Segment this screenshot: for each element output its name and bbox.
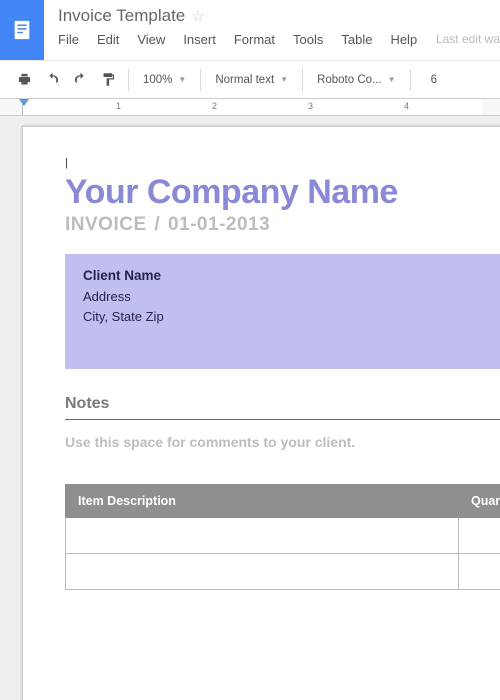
separator <box>128 69 129 91</box>
horizontal-rule <box>65 419 500 420</box>
ruler-mark: 4 <box>404 101 409 111</box>
ruler-mark: 1 <box>116 101 121 111</box>
col-item-description: Item Description <box>66 485 459 518</box>
text-cursor: | <box>65 157 500 169</box>
last-edit-label: Last edit wa <box>436 32 500 47</box>
client-info-box[interactable]: Client Name Address City, State Zip <box>65 254 500 369</box>
docs-logo-icon <box>11 19 33 41</box>
chevron-down-icon: ▼ <box>388 75 396 84</box>
menu-bar: File Edit View Insert Format Tools Table… <box>58 32 500 47</box>
client-address: Address <box>83 289 500 304</box>
separator <box>200 69 201 91</box>
app-header: Invoice Template ☆ File Edit View Insert… <box>0 0 500 60</box>
client-name: Client Name <box>83 268 500 283</box>
notes-placeholder[interactable]: Use this space for comments to your clie… <box>65 434 500 450</box>
document-canvas[interactable]: | Your Company Name INVOICE / 01-01-2013… <box>0 116 500 700</box>
print-button[interactable] <box>10 67 38 93</box>
menu-table[interactable]: Table <box>341 32 372 47</box>
docs-logo[interactable] <box>0 0 44 60</box>
menu-tools[interactable]: Tools <box>293 32 323 47</box>
invoice-subheading[interactable]: INVOICE / 01-01-2013 <box>65 214 500 236</box>
chevron-down-icon: ▼ <box>280 75 288 84</box>
ruler-mark: 2 <box>212 101 217 111</box>
undo-icon <box>45 72 60 87</box>
horizontal-ruler[interactable]: 1 2 3 4 <box>0 99 500 116</box>
chevron-down-icon: ▼ <box>178 75 186 84</box>
separator <box>302 69 303 91</box>
invoice-label: INVOICE <box>65 214 147 235</box>
doc-title[interactable]: Invoice Template <box>58 6 185 26</box>
menu-format[interactable]: Format <box>234 32 275 47</box>
col-quantity: Quantit <box>459 485 500 518</box>
undo-button[interactable] <box>38 67 66 93</box>
menu-edit[interactable]: Edit <box>97 32 119 47</box>
zoom-combo[interactable]: 100% ▼ <box>135 74 194 86</box>
company-name-heading[interactable]: Your Company Name <box>65 173 500 212</box>
separator-slash: / <box>154 214 160 235</box>
redo-button[interactable] <box>66 67 94 93</box>
page[interactable]: | Your Company Name INVOICE / 01-01-2013… <box>22 126 500 700</box>
indent-marker-icon[interactable] <box>19 99 29 106</box>
print-icon <box>17 72 32 87</box>
invoice-date: 01-01-2013 <box>168 214 270 235</box>
client-city: City, State Zip <box>83 309 500 324</box>
items-table[interactable]: Item Description Quantit <box>65 484 500 590</box>
menu-insert[interactable]: Insert <box>183 32 216 47</box>
ruler-mark: 3 <box>308 101 313 111</box>
table-row[interactable] <box>66 518 500 554</box>
menu-file[interactable]: File <box>58 32 79 47</box>
paragraph-style-value: Normal text <box>215 74 274 86</box>
star-icon[interactable]: ☆ <box>191 7 204 25</box>
notes-heading[interactable]: Notes <box>65 395 500 413</box>
redo-icon <box>73 72 88 87</box>
font-value: Roboto Co... <box>317 74 382 86</box>
menu-view[interactable]: View <box>137 32 165 47</box>
paint-format-button[interactable] <box>94 67 122 93</box>
table-header-row: Item Description Quantit <box>66 485 500 518</box>
font-combo[interactable]: Roboto Co... ▼ <box>309 74 404 86</box>
paragraph-style-combo[interactable]: Normal text ▼ <box>207 74 296 86</box>
separator <box>410 69 411 91</box>
font-size-combo[interactable]: 6 <box>417 74 451 86</box>
zoom-value: 100% <box>143 74 172 86</box>
toolbar: 100% ▼ Normal text ▼ Roboto Co... ▼ 6 <box>0 60 500 99</box>
paint-roller-icon <box>101 72 116 87</box>
font-size-value: 6 <box>431 74 437 86</box>
menu-help[interactable]: Help <box>390 32 417 47</box>
table-row[interactable] <box>66 554 500 590</box>
